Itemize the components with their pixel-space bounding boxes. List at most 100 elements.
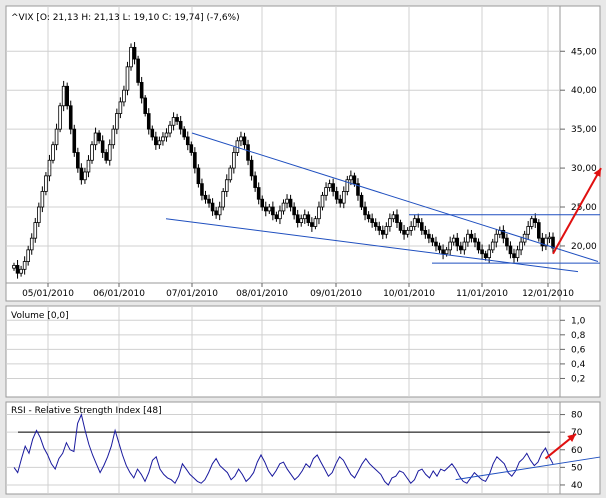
price-candle-down (366, 214, 371, 220)
price-candle-up (111, 128, 116, 146)
price-candle-down (423, 229, 428, 235)
price-candle-down (256, 187, 261, 200)
price-candle-up (86, 159, 91, 173)
price-candle-up (409, 226, 413, 231)
price-candle-down (196, 167, 201, 185)
price-candle-down (249, 159, 254, 177)
price-candle-down (306, 214, 311, 223)
price-candle-up (444, 249, 449, 255)
price-candle-down (154, 136, 158, 146)
price-x-tick-label: 08/01/2010 (236, 289, 288, 299)
price-candle-up (122, 89, 126, 103)
price-candle-up (44, 175, 48, 192)
price-candle-down (271, 206, 275, 216)
price-candle-down (139, 82, 144, 99)
price-candle-up (466, 233, 470, 243)
price-candle-down (143, 97, 148, 114)
price-candle-up (412, 218, 417, 227)
price-candle-down (242, 136, 247, 146)
price-candle-down (104, 152, 108, 161)
price-candle-down (150, 128, 155, 138)
price-candle-up (278, 210, 282, 220)
price-candle-up (171, 117, 176, 126)
price-candle-down (310, 222, 314, 227)
price-candle-down (79, 167, 84, 181)
volume-y-tick-label: 1,0 (571, 316, 586, 326)
price-candle-down (334, 191, 339, 200)
price-x-tick-label: 07/01/2010 (166, 289, 218, 299)
price-candle-up (285, 198, 289, 204)
price-candle-up (93, 132, 98, 146)
price-candle-down (175, 117, 179, 122)
price-candle-down (132, 46, 137, 60)
price-candle-down (551, 236, 555, 249)
price-candle-up (494, 233, 499, 243)
price-candle-down (193, 152, 197, 169)
price-candle-up (22, 261, 27, 270)
price-candle-up (168, 124, 172, 134)
price-candle-down (370, 218, 374, 223)
volume-y-tick-label: 0,6 (571, 345, 586, 355)
price-x-tick-label: 09/01/2010 (310, 289, 362, 299)
price-candle-up (232, 152, 236, 169)
price-candle-down (97, 132, 101, 142)
price-candle-up (302, 214, 307, 220)
price-candle-down (263, 206, 268, 212)
price-candle-up (281, 202, 286, 212)
price-candle-up (37, 206, 41, 223)
price-candle-down (508, 245, 513, 255)
price-candle-up (61, 85, 66, 107)
price-candle-up (83, 171, 87, 181)
price-candle-down (480, 249, 484, 255)
rsi-panel-title: RSI - Relative Strength Index [48] (11, 406, 162, 416)
price-candle-up (47, 159, 52, 177)
price-candle-up (526, 226, 530, 235)
price-candle-down (363, 206, 367, 216)
price-candle-up (384, 226, 389, 235)
price-candle-down (274, 214, 279, 220)
price-candle-down (377, 226, 382, 231)
price-candle-up (299, 218, 304, 223)
price-candle-down (483, 253, 488, 259)
price-candle-up (118, 101, 123, 114)
price-candle-down (455, 237, 460, 247)
chart-window: 20,00 25,00 30,00 35,00 40,00 45,00 05/01/201… (0, 0, 606, 498)
rsi-y-tick-label: 50 (571, 463, 583, 473)
price-candle-up (490, 241, 495, 251)
price-y-tick-label: 30,00 (571, 164, 597, 174)
volume-y-tick-label: 0,8 (571, 331, 586, 341)
price-candle-up (462, 241, 467, 251)
volume-y-tick-label: 0,2 (571, 374, 585, 384)
price-candle-up (388, 218, 392, 227)
price-candle-up (224, 179, 229, 192)
price-y-tick-label: 20,00 (571, 242, 597, 252)
price-y-tick-label: 45,00 (571, 47, 597, 57)
price-candle-down (398, 222, 403, 231)
price-y-tick-label: 35,00 (571, 125, 597, 135)
price-candle-down (402, 229, 406, 235)
price-candle-up (19, 268, 23, 274)
price-candle-down (395, 214, 399, 223)
price-candle-up (221, 191, 226, 208)
price-candle-up (90, 144, 94, 161)
price-candle-down (72, 128, 77, 153)
price-candle-up (327, 183, 332, 188)
price-candle-up (317, 206, 321, 220)
volume-panel: 0,2 0,4 0,6 0,8 1,0 Volume [0,0] (5, 305, 601, 398)
price-candle-up (228, 167, 233, 181)
price-candle-up (161, 136, 165, 142)
price-candle-up (217, 206, 222, 216)
rsi-y-tick-label: 60 (571, 446, 583, 456)
price-candle-down (441, 249, 445, 255)
price-candle-down (100, 140, 105, 153)
price-y-tick-label: 40,00 (571, 86, 597, 96)
price-candle-down (200, 183, 204, 196)
price-candle-up (487, 249, 491, 259)
price-candle-down (338, 198, 343, 204)
price-candle-down (68, 105, 73, 130)
price-candle-up (320, 194, 325, 208)
price-candle-down (473, 237, 477, 243)
price-candle-up (515, 249, 520, 259)
price-candle-down (260, 198, 265, 208)
price-candle-up (115, 113, 119, 130)
